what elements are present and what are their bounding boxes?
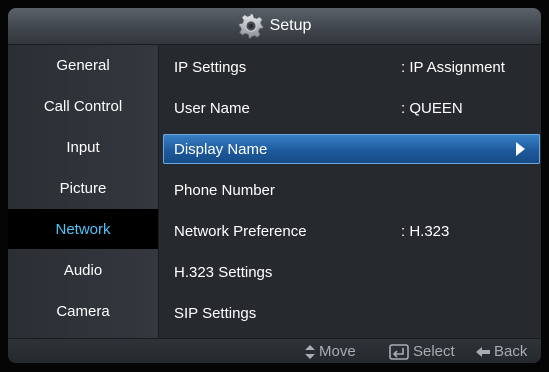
page-title: Setup xyxy=(269,17,312,34)
setting-row-network-preference[interactable]: Network Preference : H.323 xyxy=(159,214,541,250)
back-arrow-icon xyxy=(476,346,490,357)
hint-select: Select xyxy=(389,339,455,363)
sidebar-item-audio[interactable]: Audio xyxy=(8,250,158,290)
setting-row-sip-settings[interactable]: SIP Settings xyxy=(159,296,541,332)
chevron-right-icon xyxy=(516,142,525,156)
setting-value: : QUEEN xyxy=(401,100,463,117)
setting-row-phone-number[interactable]: Phone Number xyxy=(159,173,541,209)
hint-select-label: Select xyxy=(413,343,455,360)
setting-value: : H.323 xyxy=(401,223,450,240)
setting-row-user-name[interactable]: User Name : QUEEN xyxy=(159,91,541,127)
title-bar: Setup xyxy=(8,8,541,45)
setting-row-display-name[interactable]: Display Name xyxy=(159,132,541,168)
sidebar-item-call-control[interactable]: Call Control xyxy=(8,86,158,126)
sidebar-item-general[interactable]: General xyxy=(8,45,158,85)
setting-label: H.323 Settings xyxy=(174,264,273,281)
setting-label: SIP Settings xyxy=(174,305,257,322)
tv-frame: Setup General Call Control Input Picture… xyxy=(0,0,549,372)
title-wrap: Setup xyxy=(8,8,541,44)
sidebar-item-picture[interactable]: Picture xyxy=(8,168,158,208)
enter-icon xyxy=(389,343,409,360)
settings-list: IP Settings : IP Assignment User Name : … xyxy=(159,45,541,338)
hint-move: Move xyxy=(305,339,356,363)
hint-back: Back xyxy=(476,339,527,363)
hint-back-label: Back xyxy=(494,343,528,360)
setting-label: Phone Number xyxy=(174,182,275,199)
setting-label: Display Name xyxy=(174,141,268,158)
sidebar-item-input[interactable]: Input xyxy=(8,127,158,167)
setting-value: : IP Assignment xyxy=(401,59,505,76)
setting-row-h323-settings[interactable]: H.323 Settings xyxy=(159,255,541,291)
setting-label: User Name xyxy=(174,100,250,117)
setting-label: IP Settings xyxy=(174,59,247,76)
sidebar-item-network[interactable]: Network xyxy=(8,209,158,249)
sidebar: General Call Control Input Picture Netwo… xyxy=(8,45,159,338)
gear-icon xyxy=(238,13,263,39)
setup-screen: Setup General Call Control Input Picture… xyxy=(8,8,541,363)
up-down-arrow-icon xyxy=(305,344,315,359)
setting-row-ip-settings[interactable]: IP Settings : IP Assignment xyxy=(159,50,541,86)
sidebar-item-camera[interactable]: Camera xyxy=(8,291,158,331)
setting-label: Network Preference xyxy=(174,223,307,240)
footer-hints: Move Select Back xyxy=(8,338,541,363)
hint-move-label: Move xyxy=(319,343,356,360)
